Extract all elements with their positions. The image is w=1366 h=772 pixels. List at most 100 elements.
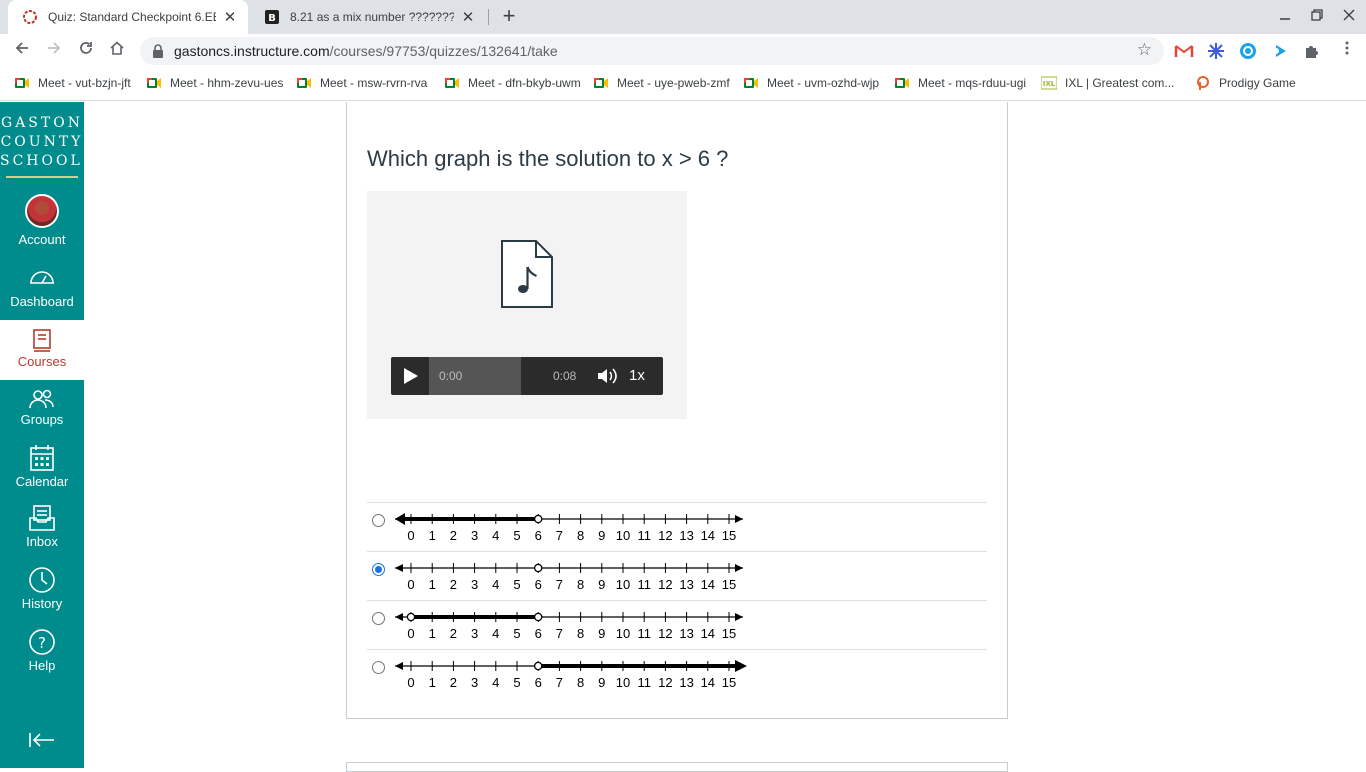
play-icon[interactable] xyxy=(391,357,429,395)
playback-speed-button[interactable]: 1x xyxy=(629,367,645,384)
answer-option-a[interactable]: 0 1 2 3 4 5 6 7 8 9 10 11 12 13 14 15 xyxy=(367,502,987,551)
tick-label: 9 xyxy=(598,577,605,592)
svg-text:IXL: IXL xyxy=(1043,80,1056,88)
answer-radio[interactable] xyxy=(372,514,385,527)
close-window-icon[interactable] xyxy=(1332,0,1366,34)
tick-label: 4 xyxy=(492,577,499,592)
logo-underline xyxy=(6,176,78,178)
nav-groups[interactable]: Groups xyxy=(0,388,84,448)
bookmarks-bar: Meet - vut-bzjn-jft Meet - hhm-zevu-ues … xyxy=(0,68,1366,101)
tick-label: 10 xyxy=(616,528,630,543)
nav-inbox[interactable]: Inbox xyxy=(0,504,84,564)
tick-label: 8 xyxy=(577,675,584,690)
nav-history[interactable]: History xyxy=(0,566,84,626)
tick-label: 12 xyxy=(658,626,672,641)
groups-icon xyxy=(29,389,54,409)
bookmark-item[interactable]: Meet - vut-bzjn-jft xyxy=(14,76,131,90)
bookmark-item[interactable]: Meet - uye-pweb-zmf xyxy=(593,76,730,90)
bookmark-star-icon[interactable]: ☆ xyxy=(1137,40,1152,60)
tab-brainly[interactable]: B 8.21 as a mix number ??????? - B ✕ xyxy=(250,0,486,34)
tick-label: 12 xyxy=(658,528,672,543)
tick-label: 15 xyxy=(722,528,736,543)
global-navigation: GASTON COUNTY SCHOOLS Account Dashboard … xyxy=(0,102,92,768)
tick-label: 13 xyxy=(679,577,693,592)
prodigy-icon xyxy=(1197,76,1209,90)
tick-label: 7 xyxy=(556,675,563,690)
tick-label: 10 xyxy=(616,675,630,690)
tick-label: 1 xyxy=(429,675,436,690)
nav-label: Help xyxy=(28,658,56,673)
answer-option-d[interactable]: 0 1 2 3 4 5 6 7 8 9 10 11 12 13 14 15 xyxy=(367,649,987,698)
audio-file-icon xyxy=(501,240,553,308)
avatar xyxy=(25,194,59,228)
meet-icon xyxy=(594,78,608,88)
url-host: gastoncs.instructure.com xyxy=(174,43,330,59)
snowflake-extension-icon[interactable] xyxy=(1206,41,1226,61)
logo-text: GASTON COUNTY SCHOOLS xyxy=(0,102,92,171)
browser-menu-icon[interactable] xyxy=(1334,38,1360,64)
tick-label: 11 xyxy=(637,577,651,592)
tick-label: 4 xyxy=(492,626,499,641)
home-icon[interactable] xyxy=(104,38,130,64)
nav-label: Groups xyxy=(20,412,64,427)
bookmark-item[interactable]: IXL IXL | Greatest com... xyxy=(1041,76,1174,90)
screencast-extension-icon[interactable] xyxy=(1270,41,1290,61)
address-bar[interactable]: gastoncs.instructure.com/courses/97753/q… xyxy=(140,37,1164,65)
tick-label: 14 xyxy=(701,675,715,690)
tick-label: 5 xyxy=(513,675,520,690)
nav-courses[interactable]: Courses xyxy=(0,320,84,380)
tick-label: 5 xyxy=(513,528,520,543)
nav-account[interactable]: Account xyxy=(0,194,84,252)
new-tab-button[interactable]: + xyxy=(496,4,522,30)
answer-option-c[interactable]: 0 1 2 3 4 5 6 7 8 9 10 11 12 13 14 15 xyxy=(367,600,987,649)
answer-option-b[interactable]: 0 1 2 3 4 5 6 7 8 9 10 11 12 13 14 15 xyxy=(367,551,987,600)
tick-label: 0 xyxy=(407,528,414,543)
tick-label: 13 xyxy=(679,626,693,641)
duration: 0:08 xyxy=(553,369,577,383)
open-circle-point xyxy=(533,514,543,524)
nav-help[interactable]: ? Help xyxy=(0,628,84,688)
extensions-puzzle-icon[interactable] xyxy=(1302,41,1322,61)
bookmark-label: Meet - mqs-rduu-ugi xyxy=(918,76,1027,90)
svg-text:B: B xyxy=(268,13,276,24)
forward-icon[interactable] xyxy=(41,38,67,64)
answer-radio[interactable] xyxy=(372,661,385,674)
bookmark-item[interactable]: Meet - mqs-rduu-ugi xyxy=(894,76,1026,90)
canvas-favicon-icon xyxy=(23,10,37,24)
back-icon[interactable] xyxy=(9,38,35,64)
answer-radio[interactable] xyxy=(372,612,385,625)
tick-label: 0 xyxy=(407,577,414,592)
tick-label: 7 xyxy=(556,577,563,592)
meet-icon xyxy=(895,78,909,88)
restore-icon[interactable] xyxy=(1300,0,1334,34)
bookmark-item[interactable]: Meet - hhm-zevu-ues xyxy=(146,76,283,90)
close-tab-icon[interactable]: ✕ xyxy=(222,8,238,26)
nav-dashboard[interactable]: Dashboard xyxy=(0,266,84,326)
tab-quiz[interactable]: Quiz: Standard Checkpoint 6.EE ✕ xyxy=(8,0,248,34)
help-icon: ? xyxy=(29,629,55,655)
gaston-county-schools-logo[interactable]: GASTON COUNTY SCHOOLS xyxy=(0,102,92,180)
svg-text:?: ? xyxy=(38,634,46,652)
open-circle-point xyxy=(533,563,543,573)
right-arrow-icon xyxy=(735,613,743,621)
answer-radio[interactable] xyxy=(372,563,385,576)
tick-label: 0 xyxy=(407,675,414,690)
bookmark-item[interactable]: Prodigy Game xyxy=(1195,76,1296,90)
reload-icon[interactable] xyxy=(73,38,99,64)
bookmark-item[interactable]: Meet - msw-rvrn-rva xyxy=(296,76,427,90)
minimize-icon[interactable] xyxy=(1268,0,1302,34)
collapse-nav-button[interactable] xyxy=(0,730,84,760)
nav-calendar[interactable]: Calendar xyxy=(0,444,84,504)
tick-label: 6 xyxy=(535,528,542,543)
bookmark-label: Meet - vut-bzjn-jft xyxy=(38,76,131,90)
bookmark-item[interactable]: Meet - dfn-bkyb-uwm xyxy=(444,76,581,90)
tick-label: 15 xyxy=(722,577,736,592)
gmail-icon[interactable] xyxy=(1174,41,1194,61)
close-tab-icon[interactable]: ✕ xyxy=(460,8,476,26)
tick-label: 10 xyxy=(616,626,630,641)
tick-label: 11 xyxy=(637,626,651,641)
bookmark-item[interactable]: Meet - uvm-ozhd-wjp xyxy=(743,76,879,90)
tick-label: 2 xyxy=(450,675,457,690)
vpn-extension-icon[interactable] xyxy=(1238,41,1258,61)
volume-icon[interactable] xyxy=(587,357,625,395)
